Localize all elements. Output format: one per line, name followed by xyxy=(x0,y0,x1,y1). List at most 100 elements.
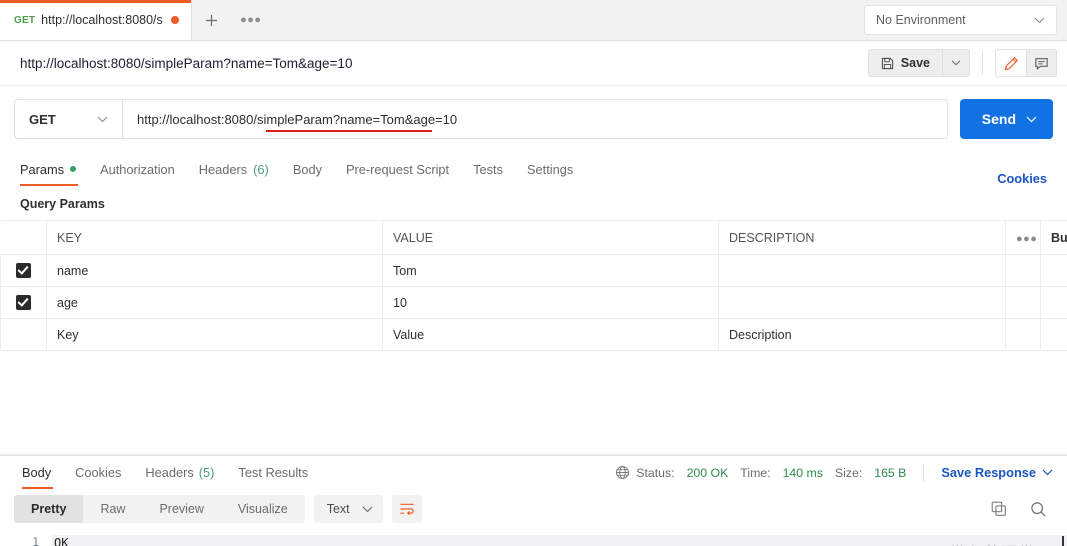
response-body-viewer[interactable]: 1 OK CSDN @卷心菜不卷Iris xyxy=(0,530,1067,546)
comment-button[interactable] xyxy=(1026,49,1057,77)
copy-response-button[interactable] xyxy=(984,495,1014,523)
wrap-lines-button[interactable] xyxy=(391,495,422,523)
environment-selector[interactable]: No Environment xyxy=(864,5,1057,35)
response-tab-cookies-label: Cookies xyxy=(75,465,122,480)
table-row[interactable]: name Tom xyxy=(0,254,1067,287)
chevron-down-icon xyxy=(362,506,373,512)
edit-request-button[interactable] xyxy=(995,49,1026,77)
save-response-button[interactable]: Save Response xyxy=(941,465,1053,480)
url-input[interactable]: http://localhost:8080/simpleParam?name=T… xyxy=(122,99,948,139)
row-checkbox-empty[interactable] xyxy=(0,318,47,351)
row-description-age[interactable] xyxy=(718,286,1006,319)
tab-tests-label: Tests xyxy=(473,161,503,177)
response-tab-test-results-label: Test Results xyxy=(238,465,309,480)
query-params-heading: Query Params xyxy=(20,197,105,211)
http-method-label: GET xyxy=(29,111,56,127)
bulk-edit-button[interactable]: Bulk Edit xyxy=(1040,220,1067,255)
query-params-body: name Tom age 10 Key Value Description xyxy=(0,254,1067,351)
url-row: GET http://localhost:8080/simpleParam?na… xyxy=(0,86,1067,152)
save-button-label: Save xyxy=(900,56,930,70)
response-tab-headers-label: Headers xyxy=(145,465,194,480)
row-end-name xyxy=(1040,254,1067,287)
cookies-link[interactable]: Cookies xyxy=(997,171,1053,186)
bulk-edit-label: Bulk Edit xyxy=(1051,230,1067,245)
checkbox-checked-icon xyxy=(16,263,31,279)
row-description-name[interactable] xyxy=(718,254,1006,287)
response-format-bar: Pretty Raw Preview Visualize Text xyxy=(0,489,1067,530)
response-type-selector[interactable]: Text xyxy=(313,495,383,523)
row-checkbox-name[interactable] xyxy=(0,254,47,287)
new-description-input[interactable]: Description xyxy=(718,318,1006,351)
new-tab-button[interactable] xyxy=(192,0,232,40)
text-caret xyxy=(1062,536,1064,546)
pencil-icon xyxy=(1004,56,1018,70)
postman-window: GET http://localhost:8080/s ●●● No Envir… xyxy=(0,0,1067,546)
send-button[interactable]: Send xyxy=(959,99,1053,139)
response-tab-test-results[interactable]: Test Results xyxy=(226,456,320,489)
tab-authorization[interactable]: Authorization xyxy=(88,152,187,186)
request-tab-bar: GET http://localhost:8080/s ●●● No Envir… xyxy=(0,0,1067,41)
tab-params[interactable]: Params xyxy=(14,152,88,186)
row-spacer-age xyxy=(1005,286,1041,319)
http-method-selector[interactable]: GET xyxy=(14,99,122,139)
request-actions-group xyxy=(995,49,1057,77)
copy-icon xyxy=(991,501,1006,516)
row-value-name[interactable]: Tom xyxy=(382,254,719,287)
chevron-down-icon xyxy=(1042,469,1053,476)
tab-settings[interactable]: Settings xyxy=(515,152,585,186)
row-end-age xyxy=(1040,286,1067,319)
save-response-label: Save Response xyxy=(941,465,1036,480)
size-value: 165 B xyxy=(874,465,907,480)
search-response-button[interactable] xyxy=(1023,495,1053,523)
response-tab-body[interactable]: Body xyxy=(14,456,63,489)
header-key: KEY xyxy=(46,220,383,255)
query-params-header: KEY VALUE DESCRIPTION ●●● Bulk Edit xyxy=(0,220,1067,255)
tab-tests[interactable]: Tests xyxy=(461,152,515,186)
meta-divider xyxy=(923,464,925,481)
response-tabs: Body Cookies Headers (5) Test Results St… xyxy=(0,456,1067,489)
table-header-row: KEY VALUE DESCRIPTION ●●● Bulk Edit xyxy=(0,220,1067,255)
new-value-input[interactable]: Value xyxy=(382,318,719,351)
save-button[interactable]: Save xyxy=(867,49,942,77)
tab-title-label: http://localhost:8080/s xyxy=(41,13,163,27)
response-panel: Body Cookies Headers (5) Test Results St… xyxy=(0,455,1067,546)
row-checkbox-age[interactable] xyxy=(0,286,47,319)
response-format-tabs: Pretty Raw Preview Visualize xyxy=(14,495,305,523)
tab-headers-label: Headers xyxy=(198,161,248,177)
chevron-down-icon xyxy=(1026,116,1037,122)
format-tab-raw[interactable]: Raw xyxy=(83,495,142,523)
row-key-age[interactable]: age xyxy=(46,286,383,319)
format-tab-visualize[interactable]: Visualize xyxy=(221,495,305,523)
tab-body[interactable]: Body xyxy=(281,152,334,186)
chevron-down-icon xyxy=(97,116,108,122)
tab-method-label: GET xyxy=(14,14,36,26)
tab-headers[interactable]: Headers (6) xyxy=(187,152,281,186)
header-checkbox-col xyxy=(0,220,47,255)
row-key-name[interactable]: name xyxy=(46,254,383,287)
request-tab-active[interactable]: GET http://localhost:8080/s xyxy=(0,0,192,40)
table-row[interactable]: age 10 xyxy=(0,286,1067,319)
response-tab-cookies[interactable]: Cookies xyxy=(63,456,133,489)
size-label: Size: xyxy=(834,465,863,480)
table-row-empty[interactable]: Key Value Description xyxy=(0,318,1067,351)
toolbar-divider xyxy=(982,51,983,75)
format-tab-pretty[interactable]: Pretty xyxy=(14,495,84,523)
save-options-button[interactable] xyxy=(942,49,970,77)
watermark-text: CSDN @卷心菜不卷Iris xyxy=(877,539,1059,546)
table-options-button[interactable]: ●●● xyxy=(1005,220,1041,255)
response-tab-headers[interactable]: Headers (5) xyxy=(133,456,226,489)
format-tab-preview[interactable]: Preview xyxy=(142,495,220,523)
tab-options-button[interactable]: ●●● xyxy=(232,0,270,40)
url-input-value: http://localhost:8080/simpleParam?name=T… xyxy=(137,111,458,127)
response-tab-headers-count: (5) xyxy=(198,465,215,480)
query-params-table: KEY VALUE DESCRIPTION ●●● Bulk Edit name… xyxy=(0,220,1067,351)
row-value-age[interactable]: 10 xyxy=(382,286,719,319)
ellipsis-icon: ●●● xyxy=(1016,232,1038,245)
tab-headers-count: (6) xyxy=(253,161,269,177)
send-button-label: Send xyxy=(981,111,1016,127)
params-modified-dot-icon xyxy=(70,166,77,172)
new-key-input[interactable]: Key xyxy=(46,318,383,351)
tab-pre-request-script-label: Pre-request Script xyxy=(345,161,450,177)
save-button-group: Save xyxy=(867,49,970,77)
tab-pre-request-script[interactable]: Pre-request Script xyxy=(334,152,461,186)
